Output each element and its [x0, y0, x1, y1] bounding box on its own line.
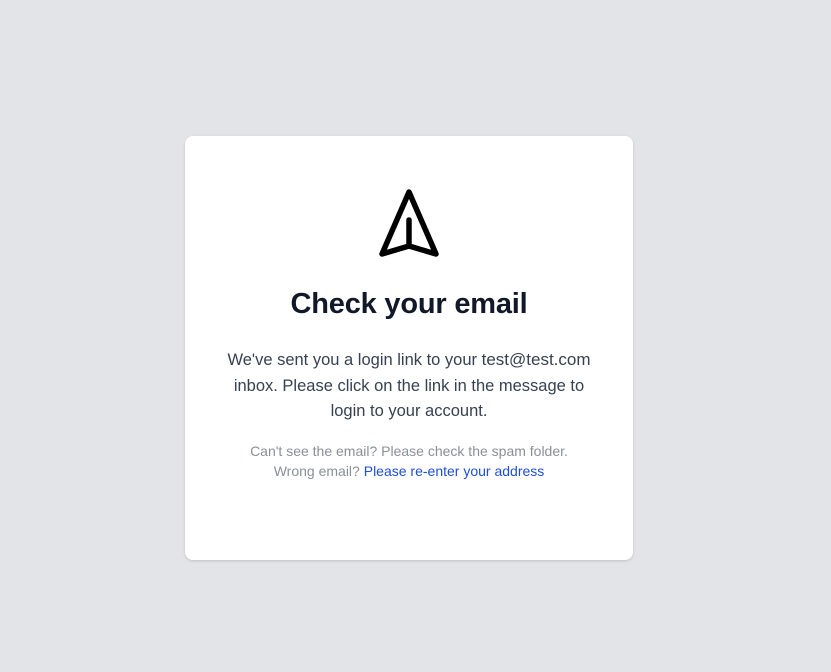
icon-container	[185, 188, 633, 258]
email-address: test@test.com	[481, 350, 591, 369]
message-part-2: inbox. Please click on the link in the m…	[233, 376, 585, 421]
reenter-address-link[interactable]: Please re-enter your address	[364, 463, 545, 479]
message-part-1: We've sent you a login link to your	[227, 351, 478, 369]
paper-plane-icon	[379, 189, 439, 257]
login-confirmation-card: Check your email We've sent you a login …	[185, 136, 633, 560]
page-title: Check your email	[290, 288, 528, 320]
help-text: Can't see the email? Please check the sp…	[215, 441, 603, 481]
wrong-email-label: Wrong email?	[273, 463, 360, 479]
confirmation-message: We've sent you a login link to your test…	[225, 347, 593, 425]
spam-folder-hint: Can't see the email? Please check the sp…	[250, 443, 568, 459]
